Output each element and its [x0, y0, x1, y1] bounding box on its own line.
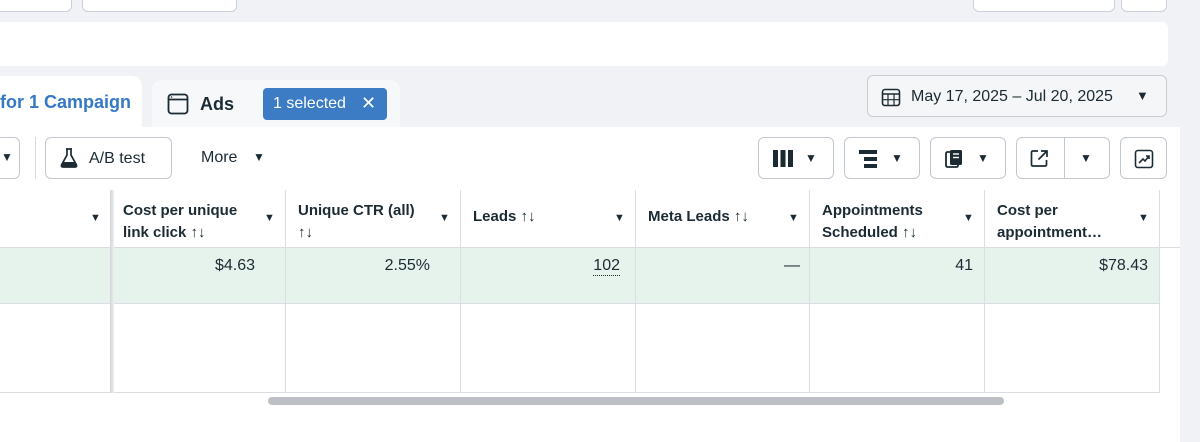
- column-divider: [460, 190, 461, 393]
- column-menu-caret[interactable]: ▼: [788, 212, 799, 224]
- columns-icon: [773, 150, 793, 167]
- ab-test-label: A/B test: [89, 150, 146, 167]
- header-line: Leads ↑↓: [473, 208, 536, 225]
- column-menu-caret[interactable]: ▼: [90, 212, 101, 224]
- column-header-unique-ctr[interactable]: Unique CTR (all) ↑↓: [298, 200, 415, 244]
- column-menu-caret[interactable]: ▼: [264, 212, 275, 224]
- chevron-down-icon: ▼: [1, 150, 13, 164]
- table-toolbar: ▼ A/B test More ▼ ▼ ▼ ▼ ▼: [0, 127, 1180, 190]
- tab-ads-label: Ads: [200, 94, 235, 114]
- chevron-down-icon: ▼: [891, 151, 903, 165]
- header-line: Appointments: [822, 202, 923, 219]
- row-divider: [0, 303, 1160, 304]
- ad-layout-icon: [167, 93, 189, 115]
- export-icon: [1030, 150, 1048, 167]
- more-label: More: [201, 149, 238, 166]
- chart-trend-icon: [1134, 149, 1154, 169]
- column-menu-caret[interactable]: ▼: [614, 212, 625, 224]
- export-button[interactable]: ▼: [1016, 137, 1110, 179]
- ab-test-button[interactable]: A/B test: [45, 137, 172, 179]
- top-partial-button-2[interactable]: [82, 0, 237, 12]
- column-divider: [635, 190, 636, 393]
- window-edge: [1180, 0, 1200, 442]
- column-header-leads[interactable]: Leads ↑↓: [473, 206, 536, 228]
- horizontal-scrollbar[interactable]: [268, 397, 1004, 405]
- table-row[interactable]: [0, 248, 1160, 303]
- top-partial-button-1[interactable]: [0, 0, 72, 12]
- chevron-down-icon[interactable]: ▼: [1080, 151, 1092, 165]
- frozen-column-shadow: [110, 190, 114, 393]
- header-line: appointment…: [997, 224, 1102, 241]
- chevron-down-icon: ▼: [805, 151, 817, 165]
- cell-cost-per-unique-link-click: $4.63: [214, 257, 255, 274]
- header-line: Scheduled ↑↓: [822, 224, 918, 241]
- chevron-down-icon: ▼: [1136, 88, 1149, 103]
- header-line: Unique CTR (all): [298, 202, 415, 219]
- toolbar-divider: [35, 137, 36, 179]
- calendar-icon: [881, 88, 901, 107]
- selected-count-label: 1 selected: [273, 95, 346, 112]
- cell-appointments-scheduled: 41: [955, 257, 973, 274]
- header-divider: [0, 247, 1180, 248]
- cell-leads[interactable]: 102: [593, 257, 620, 276]
- top-partial-button-3[interactable]: [973, 0, 1115, 12]
- header-line: Cost per: [997, 202, 1058, 219]
- column-menu-caret[interactable]: ▼: [439, 212, 450, 224]
- more-button[interactable]: More ▼: [190, 137, 280, 179]
- date-range-label: May 17, 2025 – Jul 20, 2025: [911, 88, 1113, 105]
- column-header-appointments-scheduled[interactable]: Appointments Scheduled ↑↓: [822, 200, 923, 244]
- breakdown-button[interactable]: ▼: [844, 137, 920, 179]
- column-header-cost-per-unique-link-click[interactable]: Cost per unique link click ↑↓: [123, 200, 237, 244]
- flask-icon: [60, 148, 78, 168]
- charts-button[interactable]: [1120, 137, 1167, 179]
- table-bottom-border: [0, 392, 1160, 393]
- column-divider: [984, 190, 985, 393]
- report-icon: [945, 150, 962, 168]
- header-line: link click ↑↓: [123, 224, 206, 241]
- chevron-down-icon: ▼: [253, 150, 265, 164]
- header-line: Meta Leads ↑↓: [648, 208, 749, 225]
- reports-button[interactable]: ▼: [930, 137, 1006, 179]
- column-divider: [1159, 190, 1160, 393]
- column-header-meta-leads[interactable]: Meta Leads ↑↓: [648, 206, 749, 228]
- cell-unique-ctr: 2.55%: [384, 257, 430, 274]
- cell-cost-per-appointment: $78.43: [1099, 257, 1148, 274]
- date-range-picker[interactable]: May 17, 2025 – Jul 20, 2025 ▼: [867, 75, 1167, 117]
- top-partial-button-4[interactable]: [1121, 0, 1167, 12]
- column-divider: [285, 190, 286, 393]
- search-filter-bar[interactable]: [0, 22, 1168, 66]
- column-menu-caret[interactable]: ▼: [1138, 212, 1149, 224]
- column-header-cost-per-appointment[interactable]: Cost per appointment…: [997, 200, 1102, 244]
- column-divider: [809, 190, 810, 393]
- header-line: Cost per unique: [123, 202, 238, 219]
- split-divider: [1064, 137, 1065, 179]
- cell-meta-leads: —: [784, 257, 800, 274]
- tab-campaigns-label: for 1 Campaign: [0, 92, 132, 112]
- close-icon[interactable]: ✕: [361, 93, 376, 114]
- chevron-down-icon: ▼: [977, 151, 989, 165]
- partial-dropdown-button[interactable]: ▼: [0, 137, 20, 179]
- breakdown-icon: [859, 150, 877, 168]
- ads-table: ▼ Cost per unique link click ↑↓ ▼ Unique…: [0, 190, 1180, 442]
- columns-button[interactable]: ▼: [758, 137, 834, 179]
- header-line: ↑↓: [298, 224, 313, 241]
- selected-filter-pill[interactable]: 1 selected ✕: [263, 88, 387, 120]
- column-menu-caret[interactable]: ▼: [963, 212, 974, 224]
